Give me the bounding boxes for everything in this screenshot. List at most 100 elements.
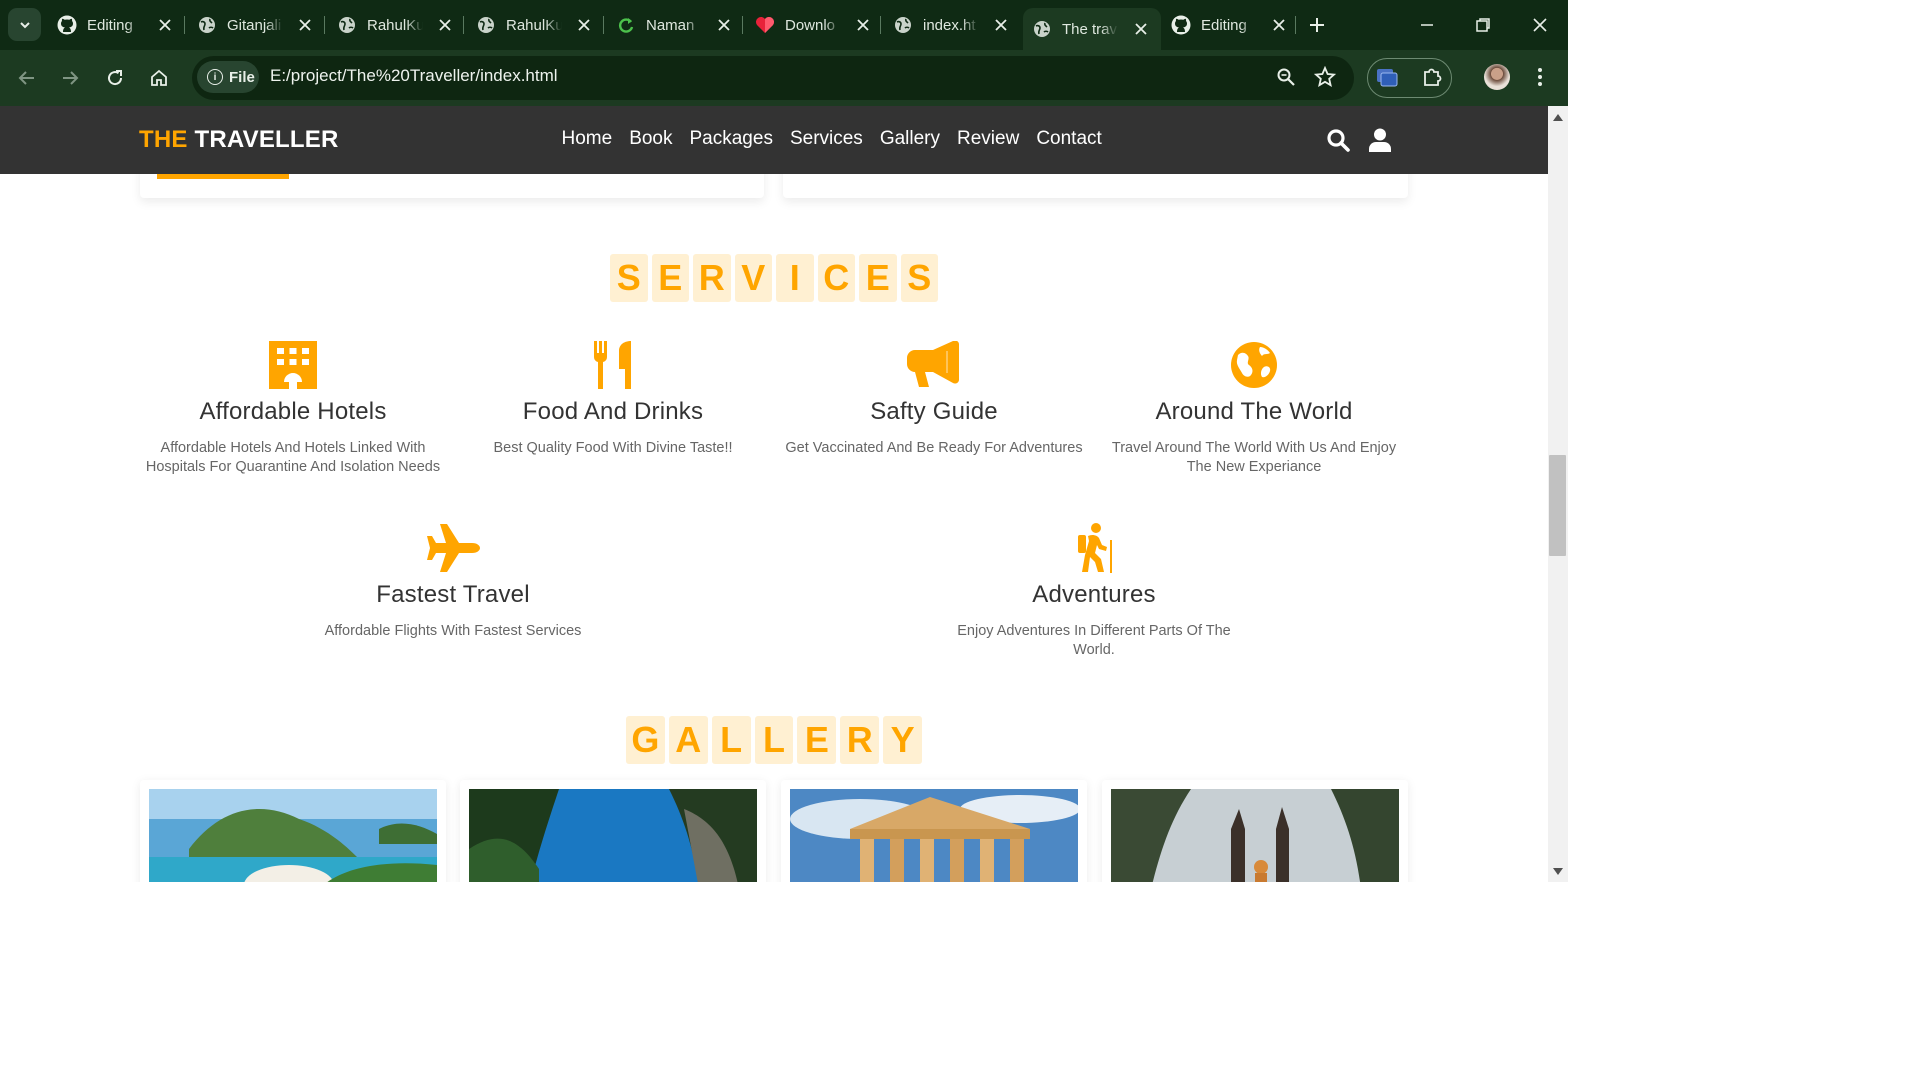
new-tab-button[interactable] <box>1304 12 1330 38</box>
chevron-down-icon <box>19 21 30 28</box>
tab-search-button[interactable] <box>8 8 41 41</box>
tab-separator <box>324 16 325 34</box>
extension-button[interactable] <box>1373 63 1401 91</box>
tab-close-button[interactable] <box>157 17 173 33</box>
tab-close-button[interactable] <box>716 17 732 33</box>
nav-review[interactable]: Review <box>957 128 1019 150</box>
service-affordable-hotels: Affordable Hotels Affordable Hotels And … <box>133 338 453 477</box>
scrollbar-thumb[interactable] <box>1549 455 1566 556</box>
utensils-icon <box>593 341 631 389</box>
refresh-leaf-icon <box>616 15 636 35</box>
home-button[interactable] <box>144 63 174 93</box>
heading-letter: C <box>817 254 855 302</box>
gallery-image-gate <box>1111 789 1399 882</box>
tab-separator <box>184 16 185 34</box>
back-button[interactable] <box>12 63 42 93</box>
heading-letter: A <box>668 716 708 764</box>
home-icon <box>151 69 167 86</box>
globe-icon <box>476 15 496 35</box>
reload-button[interactable] <box>100 63 130 93</box>
tab-close-button[interactable] <box>1133 21 1149 37</box>
bullhorn-icon <box>907 341 959 387</box>
site-info-chip[interactable]: i File <box>197 61 259 93</box>
browser-tab[interactable]: The trav <box>1023 8 1161 50</box>
close-icon <box>1533 18 1547 32</box>
gallery-card[interactable] <box>140 780 446 882</box>
tab-title: RahulKu <box>506 16 562 34</box>
chip-label: File <box>229 68 255 86</box>
nav-home[interactable]: Home <box>562 128 613 150</box>
heading-letter: R <box>840 716 880 764</box>
service-adventures: Adventures Enjoy Adventures In Different… <box>934 521 1254 660</box>
site-logo[interactable]: THE TRAVELLER <box>139 126 339 154</box>
tab-close-button[interactable] <box>437 17 453 33</box>
tab-close-button[interactable] <box>855 17 871 33</box>
nav-book[interactable]: Book <box>629 128 672 150</box>
close-icon <box>299 19 311 31</box>
extensions-menu-button[interactable] <box>1418 63 1446 91</box>
url-text[interactable]: E:/project/The%20Traveller/index.html <box>270 66 558 86</box>
service-title: Affordable Hotels <box>199 398 387 425</box>
tab-title: Gitanjali <box>227 16 282 34</box>
scroll-down-arrow[interactable] <box>1552 866 1564 876</box>
globe-icon <box>197 15 217 35</box>
nav-services[interactable]: Services <box>790 128 863 150</box>
more-vertical-icon <box>1538 68 1542 86</box>
tab-title: Editing <box>87 16 133 34</box>
heading-letter: S <box>610 254 648 302</box>
zoom-button[interactable] <box>1272 63 1300 91</box>
globe-icon <box>1032 19 1052 39</box>
tab-close-button[interactable] <box>993 17 1009 33</box>
browser-tab[interactable]: index.ht <box>893 8 1009 42</box>
site-nav: Home Book Packages Services Gallery Revi… <box>553 128 1110 150</box>
tab-close-button[interactable] <box>297 17 313 33</box>
tab-title: Editing <box>1201 16 1247 34</box>
browser-tab[interactable]: Editing <box>1171 8 1287 42</box>
search-button[interactable] <box>1325 126 1351 154</box>
gallery-card[interactable] <box>460 780 766 882</box>
login-button[interactable] <box>1367 126 1393 154</box>
tab-separator <box>603 16 604 34</box>
gallery-card[interactable] <box>781 780 1087 882</box>
forward-button[interactable] <box>55 63 85 93</box>
browser-tab[interactable]: Naman <box>616 8 732 42</box>
logo-main: TRAVELLER <box>194 126 339 153</box>
restore-button[interactable] <box>1468 10 1498 40</box>
nav-contact[interactable]: Contact <box>1036 128 1101 150</box>
heading-letter: L <box>711 716 751 764</box>
minimize-button[interactable] <box>1412 10 1442 40</box>
tab-separator <box>880 16 881 34</box>
heading-letter: E <box>797 716 837 764</box>
browser-tab[interactable]: Downlo <box>755 8 871 42</box>
nav-gallery[interactable]: Gallery <box>880 128 940 150</box>
browser-tab[interactable]: RahulKu <box>476 8 592 42</box>
search-icon <box>1327 129 1350 152</box>
window-extension-icon <box>1377 69 1398 87</box>
triangle-up-icon <box>1553 113 1563 121</box>
close-icon <box>1135 23 1147 35</box>
heading-letter: Y <box>883 716 923 764</box>
browser-tab[interactable]: Editing <box>57 8 173 42</box>
hotel-icon <box>269 341 317 389</box>
browser-menu-button[interactable] <box>1530 62 1550 92</box>
logo-accent: THE <box>139 126 188 153</box>
heading-letter: E <box>651 254 689 302</box>
gallery-image-temple <box>790 789 1078 882</box>
close-icon <box>718 19 730 31</box>
tab-separator <box>1295 16 1296 34</box>
browser-tab[interactable]: Gitanjali <box>197 8 313 42</box>
tab-close-button[interactable] <box>1271 17 1287 33</box>
heading-letter: R <box>693 254 731 302</box>
service-desc: Get Vaccinated And Be Ready For Adventur… <box>785 440 1083 456</box>
profile-avatar[interactable] <box>1484 64 1510 90</box>
tab-close-button[interactable] <box>576 17 592 33</box>
service-around-world: Around The World Travel Around The World… <box>1094 338 1414 477</box>
service-food-drinks: Food And Drinks Best Quality Food With D… <box>453 338 773 458</box>
browser-tab[interactable]: RahulKu <box>337 8 453 42</box>
gallery-image-island <box>149 789 437 882</box>
gallery-card[interactable] <box>1102 780 1408 882</box>
nav-packages[interactable]: Packages <box>690 128 773 150</box>
bookmark-button[interactable] <box>1311 63 1339 91</box>
close-window-button[interactable] <box>1525 10 1555 40</box>
scroll-up-arrow[interactable] <box>1552 112 1564 122</box>
